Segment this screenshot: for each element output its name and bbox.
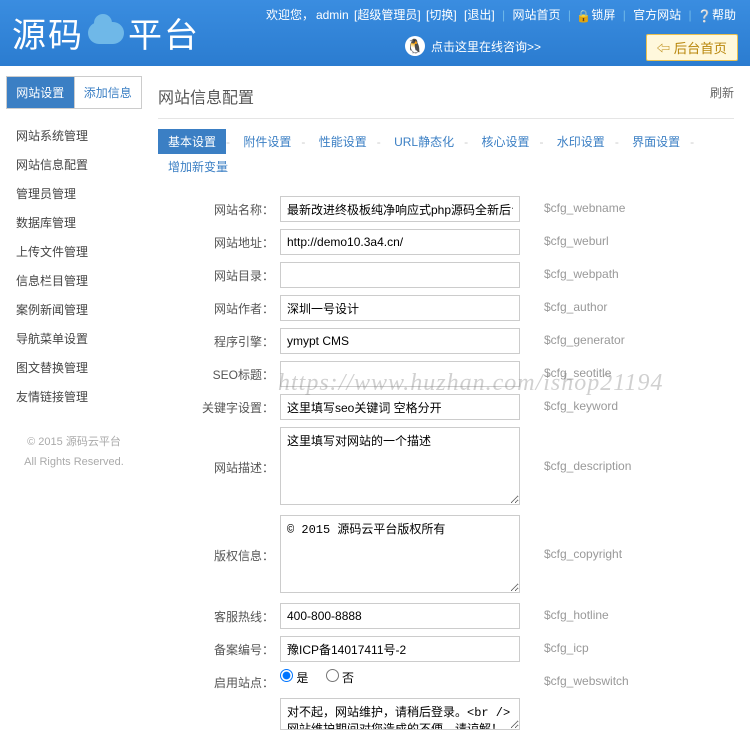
sidebar-item[interactable]: 上传文件管理 <box>14 237 134 266</box>
label-hotline: 客服热线： <box>158 603 280 625</box>
online-hint-bar: 🐧 点击这里在线咨询>> <box>405 36 541 56</box>
refresh-link[interactable]: 刷新 <box>710 84 734 108</box>
webpath-input[interactable] <box>280 262 520 288</box>
webname-input[interactable] <box>280 196 520 222</box>
lock-link[interactable]: 锁屏 <box>591 8 615 22</box>
label-seotitle: SEO标题： <box>158 361 280 383</box>
var-icp: $cfg_icp <box>532 636 589 655</box>
sidebar-tabs: 网站设置 添加信息 <box>6 76 142 109</box>
var-webswitch: $cfg_webswitch <box>532 669 629 688</box>
keyword-input[interactable] <box>280 394 520 420</box>
var-webpath: $cfg_webpath <box>532 262 619 281</box>
page-title-bar: 网站信息配置 刷新 <box>158 78 734 119</box>
settings-tabs: 基本设置- 附件设置- 性能设置- URL静态化- 核心设置- 水印设置- 界面… <box>158 119 734 185</box>
var-keyword: $cfg_keyword <box>532 394 618 413</box>
cloud-icon <box>88 22 124 44</box>
sidebar-menu: 网站系统管理 网站信息配置 管理员管理 数据库管理 上传文件管理 信息栏目管理 … <box>6 121 142 411</box>
sidebar-item[interactable]: 信息栏目管理 <box>14 266 134 295</box>
tab-perf[interactable]: 性能设置 <box>309 129 377 154</box>
hotline-input[interactable] <box>280 603 520 629</box>
copyright-textarea[interactable]: © 2015 源码云平台版权所有 <box>280 515 520 593</box>
tab-attach[interactable]: 附件设置 <box>233 129 301 154</box>
app-header: 源码平台 欢迎您，admin [超级管理员] [切换] [退出] | 网站首页 … <box>0 0 750 66</box>
sidebar: 网站设置 添加信息 网站系统管理 网站信息配置 管理员管理 数据库管理 上传文件… <box>0 66 148 744</box>
help-link[interactable]: 帮助 <box>712 8 736 22</box>
var-seotitle: $cfg_seotitle <box>532 361 611 380</box>
label-webswitch: 启用站点： <box>158 669 280 691</box>
sidebar-item[interactable]: 网站信息配置 <box>14 150 134 179</box>
label-author: 网站作者： <box>158 295 280 317</box>
label-description: 网站描述： <box>158 427 280 476</box>
sidebar-item[interactable]: 案例新闻管理 <box>14 295 134 324</box>
main-content: 网站信息配置 刷新 基本设置- 附件设置- 性能设置- URL静态化- 核心设置… <box>148 66 750 744</box>
webswitch-yes[interactable]: 是 <box>280 671 308 685</box>
logout-link[interactable]: [退出] <box>464 8 495 22</box>
var-description: $cfg_description <box>532 427 631 473</box>
weburl-input[interactable] <box>280 229 520 255</box>
sidebar-footer: © 2015 源码云平台 All Rights Reserved. <box>6 433 142 473</box>
backend-home-button[interactable]: ⇦ 后台首页 <box>646 34 738 61</box>
label-generator: 程序引擎： <box>158 328 280 350</box>
sidebar-item[interactable]: 图文替换管理 <box>14 353 134 382</box>
sidebar-tab-add[interactable]: 添加信息 <box>75 77 142 108</box>
sidebar-item[interactable]: 管理员管理 <box>14 179 134 208</box>
tab-ui[interactable]: 界面设置 <box>622 129 690 154</box>
tab-watermark[interactable]: 水印设置 <box>547 129 615 154</box>
logo: 源码平台 <box>12 8 200 57</box>
official-link[interactable]: 官方网站 <box>633 8 681 22</box>
form-area: 网站名称： $cfg_webname 网站地址： $cfg_weburl 网站目录：… <box>158 185 734 744</box>
label-webname: 网站名称： <box>158 196 280 218</box>
sidebar-item[interactable]: 数据库管理 <box>14 208 134 237</box>
var-author: $cfg_author <box>532 295 607 314</box>
label-webpath: 网站目录： <box>158 262 280 284</box>
seotitle-input[interactable] <box>280 361 520 387</box>
var-webname: $cfg_webname <box>532 196 625 215</box>
sidebar-tab-settings[interactable]: 网站设置 <box>7 77 75 108</box>
description-textarea[interactable]: 这里填写对网站的一个描述 <box>280 427 520 505</box>
qq-icon[interactable]: 🐧 <box>405 36 425 56</box>
var-copyright: $cfg_copyright <box>532 515 622 561</box>
sidebar-item[interactable]: 网站系统管理 <box>14 121 134 150</box>
help-icon: ❔ <box>697 9 708 20</box>
tab-core[interactable]: 核心设置 <box>471 129 539 154</box>
sidebar-item[interactable]: 导航菜单设置 <box>14 324 134 353</box>
switch-link[interactable]: [切换] <box>426 8 457 22</box>
online-consult-link[interactable]: 点击这里在线咨询>> <box>431 38 541 55</box>
webswitch-no[interactable]: 否 <box>326 671 354 685</box>
tab-addvar[interactable]: 增加新变量 <box>158 154 238 179</box>
page-title: 网站信息配置 <box>158 84 254 108</box>
top-links: 欢迎您，admin [超级管理员] [切换] [退出] | 网站首页 | 🔒锁屏… <box>266 6 738 23</box>
var-weburl: $cfg_weburl <box>532 229 609 248</box>
label-weburl: 网站地址： <box>158 229 280 251</box>
switchshow-textarea[interactable]: 对不起，网站维护，请稍后登录。<br />网站维护期间对您造成的不便，请谅解！ <box>280 698 520 730</box>
lock-icon: 🔒 <box>576 9 587 20</box>
tab-urlstatic[interactable]: URL静态化 <box>384 129 464 154</box>
var-generator: $cfg_generator <box>532 328 625 347</box>
icp-input[interactable] <box>280 636 520 662</box>
user-link[interactable]: admin <box>316 8 349 22</box>
generator-input[interactable] <box>280 328 520 354</box>
label-icp: 备案编号： <box>158 636 280 658</box>
author-input[interactable] <box>280 295 520 321</box>
site-home-link[interactable]: 网站首页 <box>513 8 561 22</box>
tab-basic[interactable]: 基本设置 <box>158 129 226 154</box>
var-hotline: $cfg_hotline <box>532 603 609 622</box>
sidebar-item[interactable]: 友情链接管理 <box>14 382 134 411</box>
label-keyword: 关键字设置： <box>158 394 280 416</box>
label-copyright: 版权信息： <box>158 515 280 564</box>
